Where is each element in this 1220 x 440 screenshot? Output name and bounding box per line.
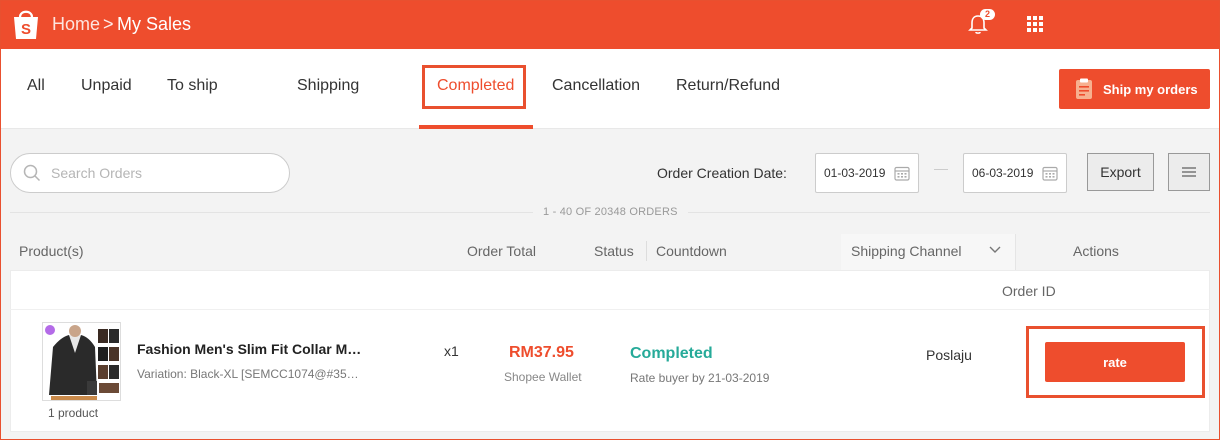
rate-deadline: Rate buyer by 21-03-2019 (630, 371, 770, 385)
tab-completed[interactable]: Completed (437, 77, 514, 95)
product-quantity: x1 (444, 343, 459, 359)
order-creation-date-label: Order Creation Date: (657, 165, 787, 181)
menu-icon (1182, 167, 1196, 177)
order-status: Completed (630, 345, 713, 362)
search-icon (23, 164, 41, 182)
notification-badge: 2 (980, 9, 995, 20)
order-total: RM37.95 (509, 344, 574, 361)
product-variation: Variation: Black-XL [SEMCC1074@#355... (137, 367, 361, 381)
breadcrumb-separator: > (103, 14, 114, 34)
clipboard-icon (1076, 78, 1092, 99)
order-id-label: Order ID (1002, 283, 1056, 299)
export-button[interactable]: Export (1087, 153, 1154, 191)
search-box (10, 153, 290, 193)
product-image (43, 323, 120, 400)
tab-to-ship[interactable]: To ship (167, 77, 218, 95)
payment-method: Shopee Wallet (504, 370, 582, 384)
shipping-channel-value: Poslaju (926, 347, 972, 363)
tab-unpaid[interactable]: Unpaid (81, 77, 132, 95)
apps-grid-icon[interactable] (1027, 16, 1043, 32)
order-card-divider (10, 309, 1210, 310)
product-thumbnail[interactable] (42, 322, 121, 401)
calendar-icon[interactable] (894, 165, 910, 181)
ship-my-orders-label: Ship my orders (1103, 81, 1198, 97)
active-tab-underline (419, 125, 533, 129)
header-divider (646, 241, 647, 261)
chevron-down-icon[interactable] (989, 246, 1001, 254)
header-shipping-channel[interactable]: Shipping Channel (851, 243, 962, 259)
search-orders-input[interactable] (51, 165, 271, 181)
ship-my-orders-button[interactable]: Ship my orders (1059, 69, 1210, 109)
header-products: Product(s) (19, 243, 84, 259)
header-order-total: Order Total (467, 243, 536, 259)
calendar-icon[interactable] (1042, 165, 1058, 181)
order-count-text: 1 - 40 OF 20348 ORDERS (533, 206, 688, 218)
date-from-value: 01-03-2019 (824, 166, 886, 180)
date-to-field[interactable]: 06-03-2019 (963, 153, 1067, 193)
top-bar: S Home > My Sales 2 (1, 1, 1219, 49)
breadcrumb-home[interactable]: Home (52, 14, 100, 35)
tab-return-refund[interactable]: Return/Refund (676, 77, 780, 95)
list-view-button[interactable] (1168, 153, 1210, 191)
header-status: Status (594, 243, 634, 259)
product-count: 1 product (48, 406, 99, 420)
header-actions: Actions (1073, 243, 1119, 259)
svg-text:S: S (21, 21, 31, 38)
rate-button[interactable]: rate (1045, 342, 1185, 382)
date-range-dash (934, 169, 948, 170)
shopee-bag-icon[interactable]: S (12, 7, 40, 41)
date-from-field[interactable]: 01-03-2019 (815, 153, 919, 193)
breadcrumb-current: My Sales (117, 14, 192, 34)
tab-shipping[interactable]: Shipping (297, 77, 359, 95)
tab-all[interactable]: All (27, 77, 45, 95)
date-to-value: 06-03-2019 (972, 166, 1034, 180)
tab-cancellation[interactable]: Cancellation (552, 77, 640, 95)
header-countdown: Countdown (656, 243, 727, 259)
product-name[interactable]: Fashion Men's Slim Fit Collar Mot... (137, 341, 365, 357)
status-tab-bar: All Unpaid To ship Shipping Completed Ca… (1, 49, 1219, 129)
